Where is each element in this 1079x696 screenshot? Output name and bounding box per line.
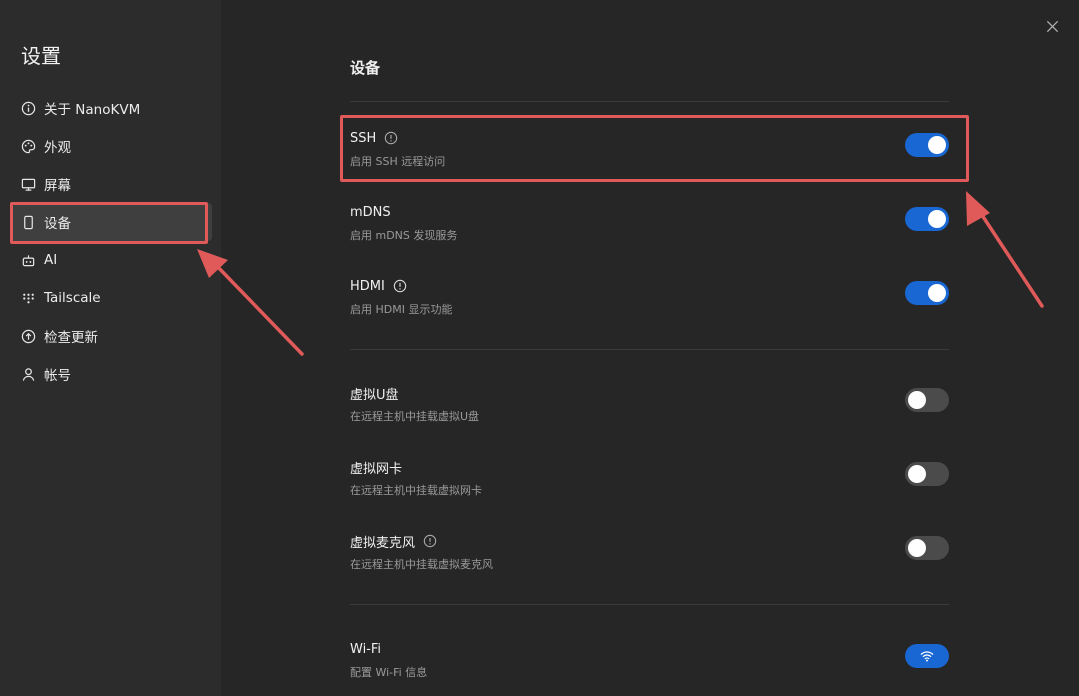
sidebar-item-label: 检查更新 [44,330,98,346]
hdmi-toggle[interactable] [905,281,949,305]
main-panel: 设备 SSH 启用 SSH 远程访问 mDNS 启用 mDNS 发现服务 HDM… [221,0,1079,696]
info-circle-icon [20,100,36,116]
sidebar-item-ai[interactable]: AI [10,241,212,279]
phone-device-icon [20,214,36,230]
setting-label: 虚拟U盘 [350,387,399,403]
setting-row-mdns: mDNS 启用 mDNS 发现服务 [350,203,949,253]
setting-row-wifi: Wi-Fi 配置 Wi-Fi 信息 [350,640,949,690]
sidebar-nav: 关于 NanoKVM 外观 屏幕 设备 AI Tailscale 检查更新 帐号 [10,89,212,393]
setting-row-ssh: SSH 启用 SSH 远程访问 [350,129,949,179]
toggle-knob [908,539,926,557]
mdns-toggle[interactable] [905,207,949,231]
user-icon [20,366,36,382]
sidebar-title: 设置 [21,44,61,68]
divider [350,349,949,350]
setting-label: Wi-Fi [350,641,382,657]
wifi-icon [920,651,934,662]
sidebar-item-update[interactable]: 检查更新 [10,317,212,355]
ssh-toggle[interactable] [905,133,949,157]
toggle-knob [928,284,946,302]
sidebar-item-label: 设备 [44,216,71,232]
toggle-knob [928,136,946,154]
setting-label: 虚拟网卡 [350,461,403,477]
setting-description: 启用 SSH 远程访问 [350,155,446,168]
virtual-nic-toggle[interactable] [905,462,949,486]
sidebar-item-label: 外观 [44,140,71,156]
toggle-knob [908,391,926,409]
info-icon[interactable] [423,534,437,548]
sidebar-item-about[interactable]: 关于 NanoKVM [10,89,212,127]
setting-description: 在远程主机中挂载虚拟网卡 [350,484,482,497]
toggle-knob [928,210,946,228]
sidebar: 设置 关于 NanoKVM 外观 屏幕 设备 AI Tailscale 检查更新… [0,0,221,696]
arrow-up-circle-icon [20,328,36,344]
sidebar-item-label: 帐号 [44,368,71,384]
sidebar-item-screen[interactable]: 屏幕 [10,165,212,203]
sidebar-item-label: 屏幕 [44,178,71,194]
setting-row-hdmi: HDMI 启用 HDMI 显示功能 [350,277,949,327]
setting-description: 在远程主机中挂载虚拟U盘 [350,410,480,423]
tailscale-dots-icon [20,290,36,306]
setting-row-virtual-mic: 虚拟麦克风 在远程主机中挂载虚拟麦克风 [350,532,949,582]
setting-row-virtual-usb: 虚拟U盘 在远程主机中挂载虚拟U盘 [350,384,949,434]
setting-label: SSH [350,129,398,147]
section-title: 设备 [350,59,381,77]
robot-icon [20,252,36,268]
sidebar-item-tailscale[interactable]: Tailscale [10,279,212,317]
setting-label: mDNS [350,204,391,220]
sidebar-item-label: Tailscale [44,290,101,306]
sidebar-item-device[interactable]: 设备 [10,203,212,241]
toggle-knob [908,465,926,483]
setting-description: 配置 Wi-Fi 信息 [350,666,428,679]
setting-label: HDMI [350,277,407,295]
setting-row-virtual-nic: 虚拟网卡 在远程主机中挂载虚拟网卡 [350,458,949,508]
sidebar-item-label: 关于 NanoKVM [44,102,141,118]
palette-icon [20,138,36,154]
info-icon[interactable] [393,279,407,293]
sidebar-item-appearance[interactable]: 外观 [10,127,212,165]
sidebar-item-label: AI [44,252,58,268]
setting-description: 启用 HDMI 显示功能 [350,303,453,316]
divider [350,101,949,102]
wifi-config-button[interactable] [905,644,949,668]
divider [350,604,949,605]
setting-label: 虚拟麦克风 [350,532,437,551]
sidebar-item-account[interactable]: 帐号 [10,355,212,393]
info-icon[interactable] [384,131,398,145]
monitor-icon [20,176,36,192]
setting-description: 在远程主机中挂载虚拟麦克风 [350,558,493,571]
virtual-usb-toggle[interactable] [905,388,949,412]
virtual-mic-toggle[interactable] [905,536,949,560]
setting-description: 启用 mDNS 发现服务 [350,229,458,242]
